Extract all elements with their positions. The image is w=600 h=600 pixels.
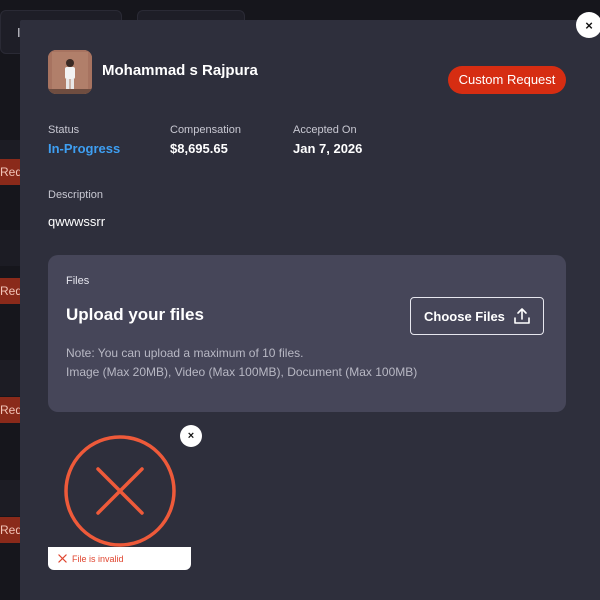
custom-request-badge: Custom Request bbox=[448, 66, 566, 94]
user-name: Mohammad s Rajpura bbox=[102, 62, 258, 79]
close-icon: × bbox=[187, 430, 195, 442]
upload-note-line: Note: You can upload a maximum of 10 fil… bbox=[66, 346, 304, 360]
background-row-tag: Req bbox=[0, 517, 20, 543]
upload-title: Upload your files bbox=[66, 305, 204, 324]
accepted-on-label: Accepted On bbox=[293, 124, 357, 136]
invalid-file-icon bbox=[64, 435, 176, 547]
remove-file-button[interactable]: × bbox=[180, 425, 202, 447]
file-invalid-text: File is invalid bbox=[72, 553, 124, 564]
user-photo-icon bbox=[48, 50, 92, 94]
background-row-tag: Req bbox=[0, 278, 20, 304]
upload-note: Note: You can upload a maximum of 10 fil… bbox=[66, 344, 417, 382]
description-label: Description bbox=[48, 189, 104, 201]
accepted-on-value: Jan 7, 2026 bbox=[293, 141, 363, 156]
request-details-modal: Mohammad s Rajpura Custom Request Status… bbox=[20, 20, 600, 600]
choose-files-button[interactable]: Choose Files bbox=[410, 297, 544, 335]
upload-icon bbox=[514, 308, 530, 324]
files-upload-section: Files Upload your files Choose Files Not… bbox=[48, 255, 566, 412]
files-label: Files bbox=[66, 275, 90, 287]
background-row-tag: Req bbox=[0, 159, 20, 185]
status-value: In-Progress bbox=[48, 141, 121, 156]
description-value: qwwwssrr bbox=[48, 214, 106, 229]
compensation-label: Compensation bbox=[170, 124, 241, 136]
compensation-value: $8,695.65 bbox=[170, 141, 228, 156]
close-modal-button[interactable]: × bbox=[576, 12, 600, 38]
file-invalid-message: File is invalid bbox=[48, 547, 191, 570]
upload-note-line: Image (Max 20MB), Video (Max 100MB), Doc… bbox=[66, 365, 418, 379]
choose-files-label: Choose Files bbox=[424, 308, 505, 324]
background-row-tag: Req bbox=[0, 397, 20, 423]
avatar bbox=[48, 50, 92, 94]
error-x-icon bbox=[58, 554, 67, 563]
close-icon: × bbox=[585, 17, 593, 33]
status-label: Status bbox=[48, 124, 80, 136]
